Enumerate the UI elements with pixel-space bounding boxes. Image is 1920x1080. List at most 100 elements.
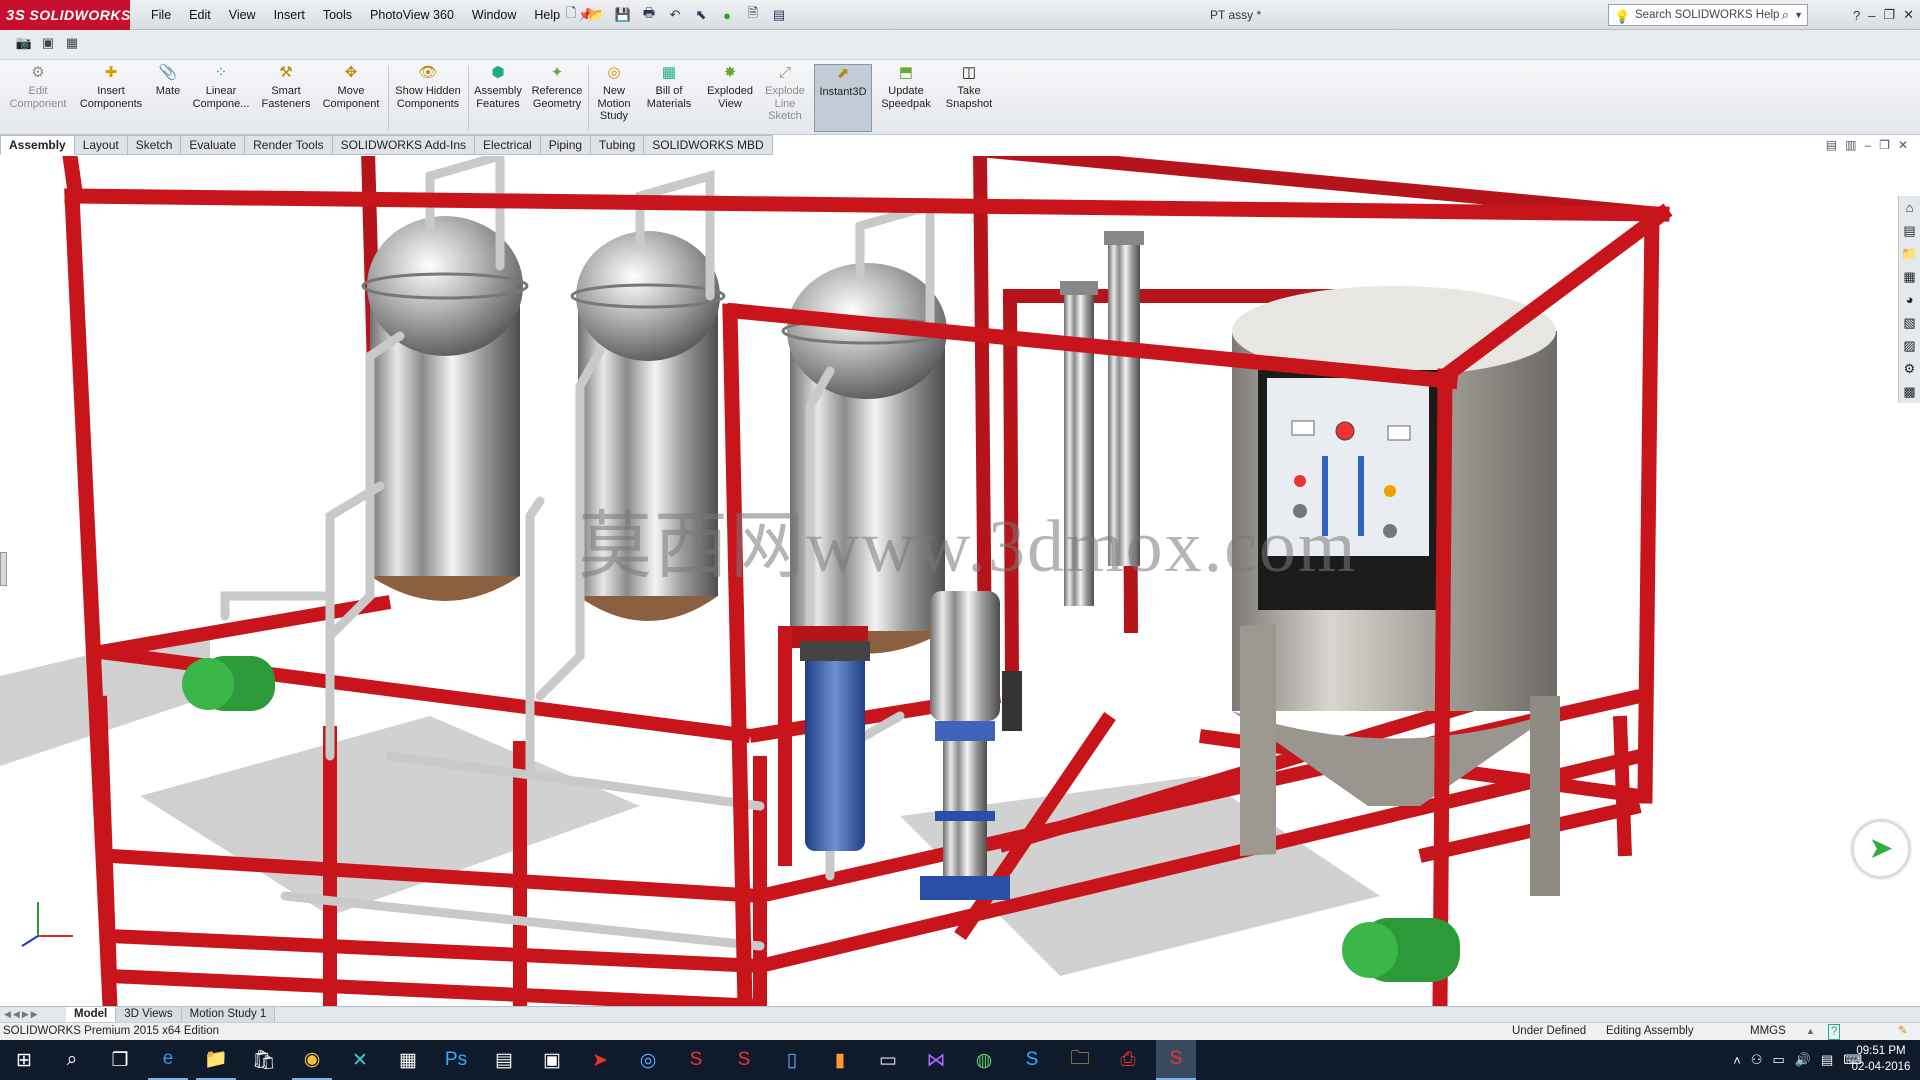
restore-document-icon[interactable]: ❐ [1879, 138, 1890, 152]
pdf-reader-icon[interactable]: ⎙ [1108, 1040, 1148, 1080]
action-center-icon[interactable]: ▤ [1821, 1052, 1833, 1068]
insert-components-button[interactable]: ✚ Insert Components [76, 64, 146, 132]
assembly-features-button[interactable]: ⬢ Assembly Features [470, 64, 526, 132]
menu-insert[interactable]: Insert [265, 0, 314, 30]
bill-of-materials-button[interactable]: ▦ Bill of Materials [640, 64, 698, 132]
send-arrow-icon[interactable]: ➤ [580, 1040, 620, 1080]
chevron-up-icon[interactable]: ˄ [1733, 1053, 1741, 1068]
tab-3d-views[interactable]: 3D Views [116, 1007, 182, 1022]
render-icon[interactable]: ▣ [38, 35, 58, 53]
new-motion-study-button[interactable]: ◎ New Motion Study [590, 64, 638, 132]
graphics-viewport[interactable]: 莫西网www.3dmox.com 🔍 🔎 ↺ ▥ ✎ ⬚ ◧ 👁 ◕ ☁ ▣ ⌂… [0, 156, 1920, 1006]
file-explorer-icon[interactable]: 📁 [196, 1040, 236, 1080]
app-grid-icon[interactable]: ▤ [484, 1040, 524, 1080]
take-snapshot-button[interactable]: ◫ Take Snapshot [940, 64, 998, 132]
tab-electrical[interactable]: Electrical [475, 135, 541, 155]
tab-mbd[interactable]: SOLIDWORKS MBD [644, 135, 773, 155]
tile-vertical-icon[interactable]: ▥ [1845, 138, 1856, 152]
notes-icon[interactable]: ▭ [868, 1040, 908, 1080]
smart-fasteners-button[interactable]: ⚒ Smart Fasteners [256, 64, 316, 132]
design-library-icon[interactable]: ▤ [1899, 219, 1920, 242]
file-properties-icon[interactable]: 🗎 [742, 5, 764, 25]
search-icon[interactable]: ⌕ [52, 1040, 92, 1080]
send-feedback-plane-icon[interactable]: ➤ [1852, 820, 1910, 878]
exploded-view-button[interactable]: ✸ Exploded View [702, 64, 758, 132]
skype-icon[interactable]: S [1012, 1040, 1052, 1080]
forum-icon[interactable]: ▨ [1899, 334, 1920, 357]
toolbox-icon[interactable]: ⚙ [1899, 357, 1920, 380]
network-app-icon[interactable]: ✕ [340, 1040, 380, 1080]
instant3d-button[interactable]: ⬈ Instant3D [814, 64, 872, 132]
task-view-icon[interactable]: ❐ [100, 1040, 140, 1080]
network-icon[interactable]: ▭ [1772, 1052, 1784, 1068]
menu-window[interactable]: Window [463, 0, 525, 30]
linear-component-pattern-button[interactable]: ⁘ Linear Compone... [190, 64, 252, 132]
visual-studio-icon[interactable]: ⋈ [916, 1040, 956, 1080]
save-icon[interactable]: 💾 [612, 5, 634, 25]
cartridge-filter[interactable] [778, 626, 870, 866]
search-help-field[interactable]: 💡 Search SOLIDWORKS Help ⌕ ▼ [1608, 4, 1808, 26]
people-icon[interactable]: ⚇ [1751, 1052, 1763, 1068]
tab-motion-study-1[interactable]: Motion Study 1 [181, 1007, 276, 1022]
minimize-button[interactable]: – [1868, 8, 1875, 23]
edge-browser-icon[interactable]: e [148, 1040, 188, 1080]
photoshop-icon[interactable]: Ps [436, 1040, 476, 1080]
tab-model[interactable]: Model [66, 1007, 117, 1022]
rebuild-indicator-icon[interactable]: ✎ [1898, 1023, 1908, 1040]
view-palette-icon[interactable]: ▦ [1899, 265, 1920, 288]
menu-photoview[interactable]: PhotoView 360 [361, 0, 463, 30]
open-folder-icon[interactable]: 📂 [586, 5, 608, 25]
reference-geometry-button[interactable]: ✦ Reference Geometry [528, 64, 586, 132]
calculator-icon[interactable]: ▦ [388, 1040, 428, 1080]
camera-app-icon[interactable]: ▣ [532, 1040, 572, 1080]
minimize-document-icon[interactable]: – [1864, 138, 1871, 152]
presentation-icon[interactable]: ▮ [820, 1040, 860, 1080]
system-clock[interactable]: 09:51 PM 02-04-2016 [1848, 1043, 1914, 1075]
motor-pump-right[interactable] [1342, 918, 1460, 982]
units-selector[interactable]: MMGS [1750, 1023, 1786, 1040]
tile-horizontal-icon[interactable]: ▤ [1826, 138, 1837, 152]
file-explorer-icon[interactable]: 📁 [1899, 242, 1920, 265]
print-icon[interactable]: 🖶 [638, 5, 660, 25]
mate-button[interactable]: 📎 Mate [150, 64, 186, 132]
restore-button[interactable]: ❐ [1883, 7, 1895, 23]
chevron-down-icon[interactable]: ▼ [1794, 5, 1803, 25]
show-hidden-components-button[interactable]: 👁 Show Hidden Components [392, 64, 464, 132]
custom-properties-icon[interactable]: ▧ [1899, 311, 1920, 334]
menu-edit[interactable]: Edit [180, 0, 220, 30]
tab-render-tools[interactable]: Render Tools [245, 135, 333, 155]
chrome-icon[interactable]: ◉ [292, 1040, 332, 1080]
appearances-icon[interactable]: ◕ [1899, 288, 1920, 311]
windows-start-icon[interactable]: ⊞ [4, 1040, 44, 1080]
update-speedpak-button[interactable]: ⬒ Update Speedpak [876, 64, 936, 132]
units-up-arrow-icon[interactable]: ▲ [1806, 1023, 1815, 1040]
tab-addins[interactable]: SOLIDWORKS Add-Ins [332, 135, 475, 155]
close-button[interactable]: ✕ [1903, 7, 1914, 23]
solidworks-active-icon[interactable]: S [1156, 1040, 1196, 1080]
menu-tools[interactable]: Tools [314, 0, 361, 30]
solidworks-plm-icon[interactable]: ▩ [1899, 380, 1920, 403]
explode-line-sketch-button[interactable]: ⤢ Explode Line Sketch [760, 64, 810, 132]
solidworks-2015-alt-icon[interactable]: S [724, 1040, 764, 1080]
solidworks-resources-icon[interactable]: ⌂ [1899, 196, 1920, 219]
tab-sketch[interactable]: Sketch [127, 135, 182, 155]
folder-icon[interactable]: 🗀 [1060, 1040, 1100, 1080]
search-icon[interactable]: ⌕ [1782, 5, 1789, 25]
tab-scroll-arrows[interactable]: ◀◀▶▶ [0, 1007, 66, 1022]
document-icon[interactable]: ▯ [772, 1040, 812, 1080]
motor-pump-left[interactable] [182, 656, 275, 711]
solidworks-2015-icon[interactable]: S [676, 1040, 716, 1080]
undo-icon[interactable]: ↶ [664, 5, 686, 25]
store-icon[interactable]: 🛍 [244, 1040, 284, 1080]
maps-icon[interactable]: ◍ [964, 1040, 1004, 1080]
move-component-button[interactable]: ✥ Move Component [318, 64, 384, 132]
options-icon[interactable]: ▤ [768, 5, 790, 25]
filter-vessel-1[interactable] [361, 216, 529, 601]
solidworks-logo[interactable]: 3S SOLIDWORKS [0, 0, 130, 30]
quick-tips-help-icon[interactable]: ? [1828, 1024, 1841, 1040]
help-icon[interactable]: ? [1853, 8, 1860, 23]
rebuild-traffic-light-icon[interactable]: ● [716, 5, 738, 25]
tab-piping[interactable]: Piping [540, 135, 592, 155]
feature-manager-expand-handle[interactable] [0, 552, 7, 586]
camera-icon[interactable]: 📷 [14, 35, 34, 53]
